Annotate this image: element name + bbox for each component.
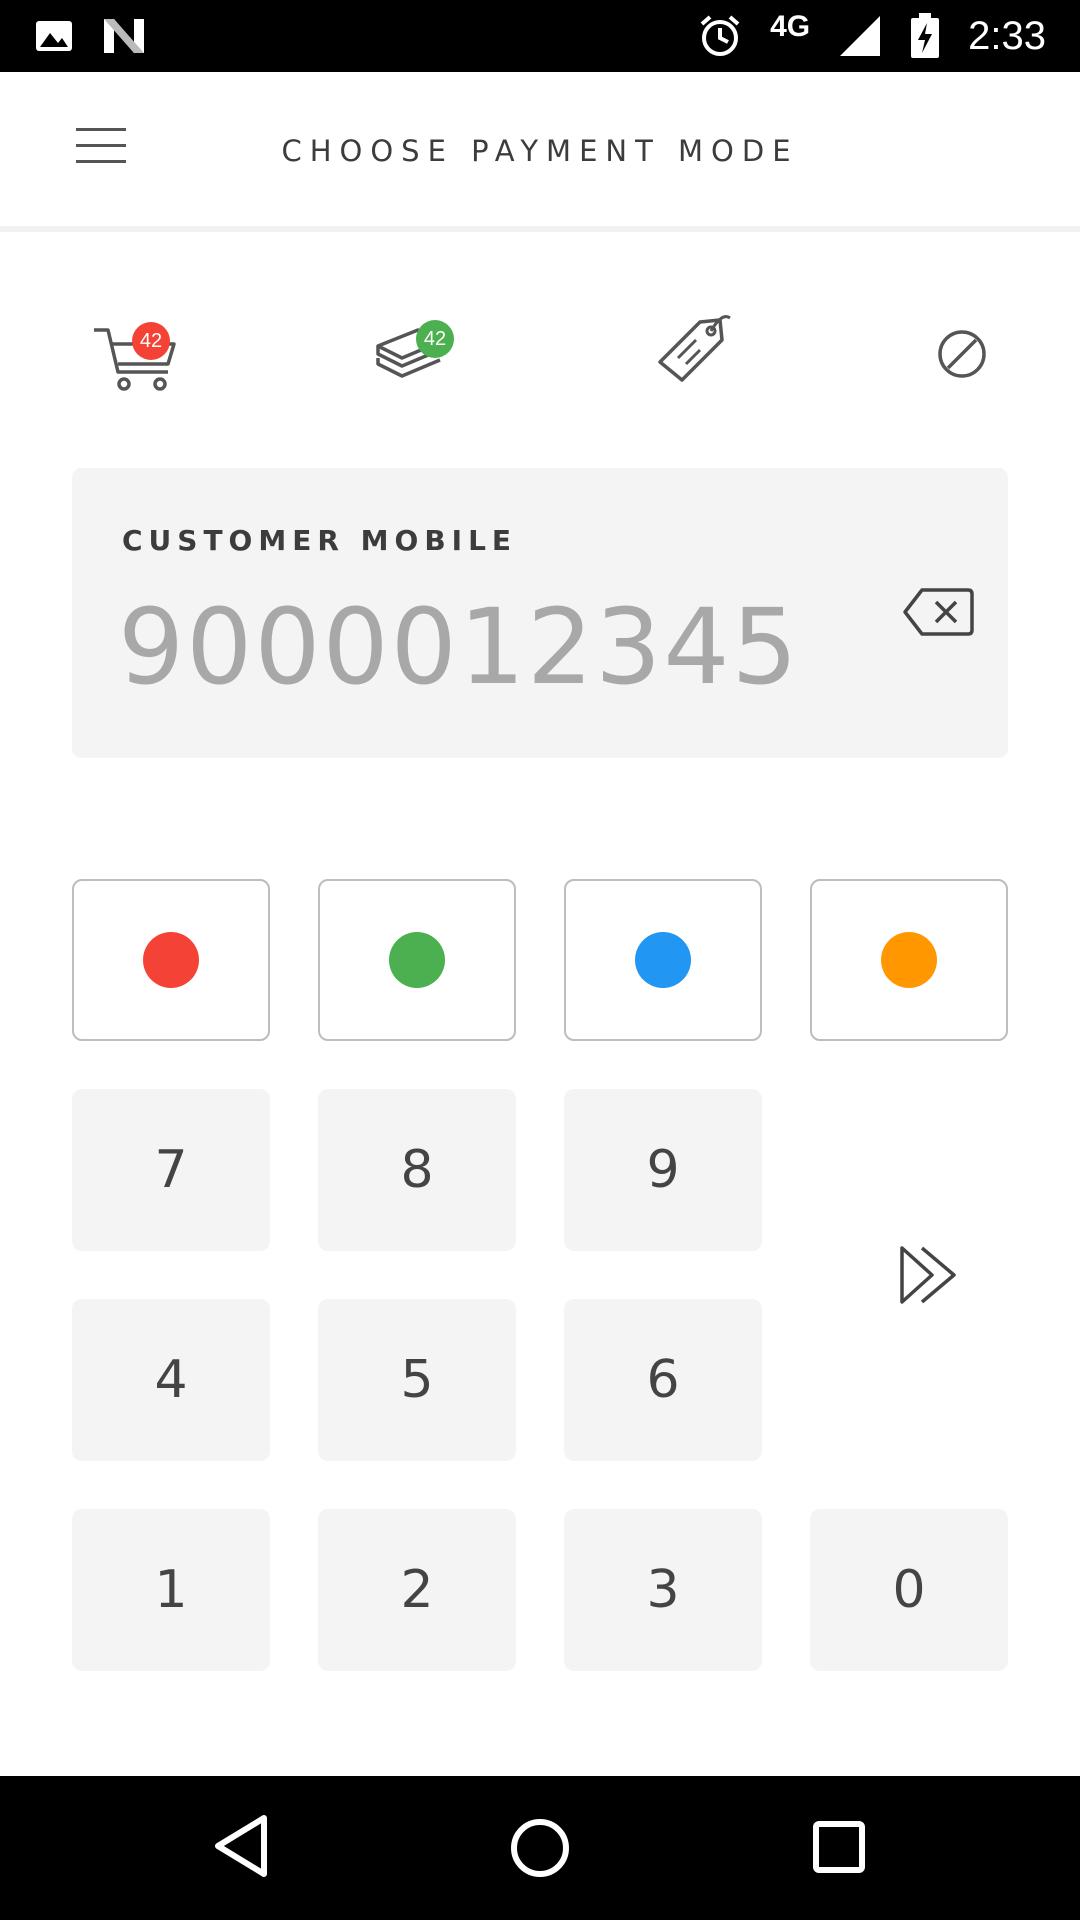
customer-mobile-label: CUSTOMER MOBILE	[122, 524, 518, 557]
nav-back-button[interactable]	[204, 1812, 284, 1884]
key-8[interactable]: 8	[318, 1089, 516, 1251]
status-right: 4G 2:33	[698, 10, 1046, 59]
stack-badge: 42	[416, 320, 454, 358]
tab-stack[interactable]: 42	[372, 300, 482, 410]
payment-mode-red[interactable]	[72, 879, 270, 1041]
tabs-row: 42 42	[0, 300, 1080, 410]
clock: 2:33	[968, 13, 1046, 58]
signal-icon	[840, 16, 881, 56]
tab-cart[interactable]: 42	[88, 300, 198, 410]
tab-tag[interactable]	[650, 300, 760, 410]
key-5[interactable]: 5	[318, 1299, 516, 1461]
key-4[interactable]: 4	[72, 1299, 270, 1461]
key-1[interactable]: 1	[72, 1509, 270, 1671]
backspace-icon	[903, 588, 974, 636]
key-9[interactable]: 9	[564, 1089, 762, 1251]
customer-mobile-card: CUSTOMER MOBILE 9000012345	[72, 468, 1008, 758]
green-dot-icon	[389, 932, 445, 988]
red-dot-icon	[143, 932, 199, 988]
cancel-icon	[938, 330, 986, 378]
key-0[interactable]: 0	[810, 1509, 1008, 1671]
home-icon	[511, 1819, 569, 1877]
key-2[interactable]: 2	[318, 1509, 516, 1671]
customer-mobile-value[interactable]: 9000012345	[118, 586, 800, 708]
app-bar: CHOOSE PAYMENT MODE	[0, 72, 1080, 232]
n-logo-icon	[104, 19, 144, 53]
payment-mode-orange[interactable]	[810, 879, 1008, 1041]
alarm-icon	[700, 15, 740, 56]
status-bar: 4G 2:33	[0, 0, 1080, 72]
payment-mode-green[interactable]	[318, 879, 516, 1041]
next-button[interactable]	[896, 1240, 966, 1310]
payment-mode-blue[interactable]	[564, 879, 762, 1041]
page-title: CHOOSE PAYMENT MODE	[281, 134, 799, 168]
tag-icon	[658, 315, 731, 382]
tab-cancel[interactable]	[934, 300, 1044, 410]
backspace-button[interactable]	[902, 584, 976, 640]
status-left	[34, 17, 146, 55]
navigation-bar	[0, 1776, 1080, 1920]
image-icon	[36, 21, 72, 51]
battery-charging-icon	[911, 13, 940, 58]
key-3[interactable]: 3	[564, 1509, 762, 1671]
cart-badge: 42	[132, 322, 170, 360]
recents-icon	[813, 1821, 865, 1873]
back-icon	[215, 1815, 267, 1877]
fast-forward-icon	[900, 1246, 956, 1304]
network-type: 4G	[770, 10, 811, 43]
nav-recents-button[interactable]	[800, 1812, 880, 1884]
nav-home-button[interactable]	[500, 1812, 580, 1884]
key-6[interactable]: 6	[564, 1299, 762, 1461]
key-7[interactable]: 7	[72, 1089, 270, 1251]
blue-dot-icon	[635, 932, 691, 988]
orange-dot-icon	[881, 932, 937, 988]
